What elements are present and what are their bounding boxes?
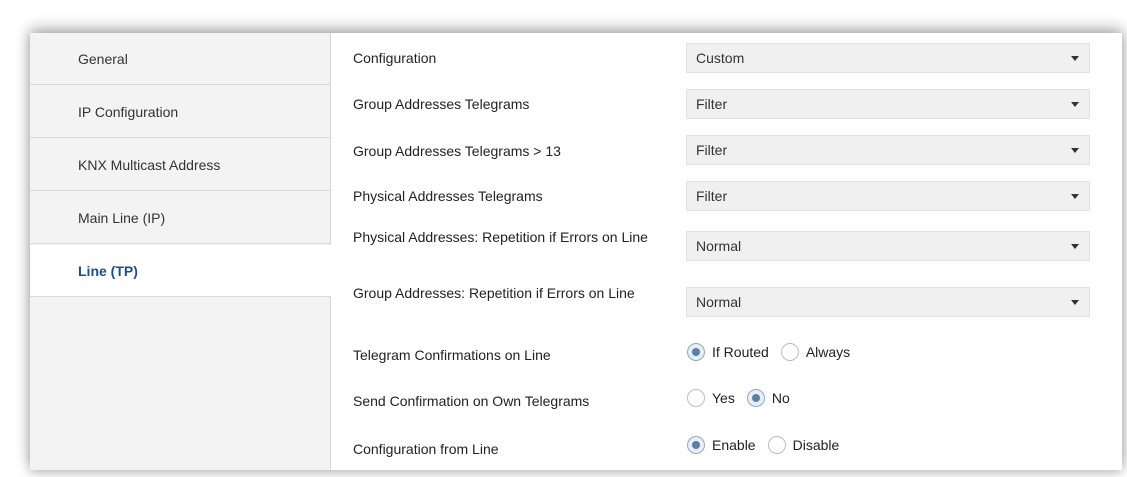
telegram-confirmations-label: Telegram Confirmations on Line [353, 347, 551, 363]
always-label: Always [805, 344, 851, 360]
sidebar-item-main-line-ip[interactable]: Main Line (IP) [30, 192, 330, 244]
settings-panel: General IP Configuration KNX Multicast A… [30, 33, 1122, 470]
disable-radio[interactable]: Disable [767, 436, 840, 454]
physical-telegrams-value: Filter [696, 188, 728, 204]
sidebar-item-ip-configuration[interactable]: IP Configuration [30, 86, 330, 138]
radio-unselected-icon [687, 389, 705, 407]
no-radio[interactable]: No [746, 389, 790, 407]
radio-selected-icon [687, 436, 705, 454]
group-repetition-dropdown[interactable]: Normal [686, 287, 1090, 317]
sidebar-item-general[interactable]: General [30, 33, 330, 85]
always-radio[interactable]: Always [780, 343, 851, 361]
sidebar-item-knx-multicast-address[interactable]: KNX Multicast Address [30, 139, 330, 191]
radio-selected-icon [687, 343, 705, 361]
group-telegrams-13-dropdown[interactable]: Filter [686, 135, 1090, 165]
sidebar-item-label: Main Line (IP) [78, 209, 166, 226]
physical-repetition-value: Normal [696, 238, 742, 254]
disable-label: Disable [792, 437, 840, 453]
chevron-down-icon [1071, 244, 1079, 249]
radio-selected-icon [746, 389, 765, 407]
chevron-down-icon [1071, 56, 1079, 61]
configuration-dropdown[interactable]: Custom [686, 43, 1090, 73]
configuration-label: Configuration [353, 50, 437, 66]
settings-content: Configuration Custom Group Addresses Tel… [331, 33, 1122, 470]
send-confirmation-radio-group: Yes No [687, 389, 802, 407]
physical-repetition-label: Physical Addresses: Repetition if Errors… [353, 229, 648, 245]
radio-unselected-icon [767, 436, 786, 454]
if-routed-radio[interactable]: If Routed [687, 343, 769, 361]
chevron-down-icon [1071, 102, 1079, 107]
group-repetition-label: Group Addresses: Repetition if Errors on… [353, 285, 635, 301]
sidebar-item-label: KNX Multicast Address [78, 156, 221, 173]
chevron-down-icon [1071, 300, 1079, 305]
send-confirmation-label: Send Confirmation on Own Telegrams [353, 393, 590, 409]
chevron-down-icon [1071, 194, 1079, 199]
enable-label: Enable [712, 437, 756, 453]
physical-repetition-dropdown[interactable]: Normal [686, 231, 1090, 261]
telegram-confirmations-radio-group: If Routed Always [687, 343, 862, 361]
chevron-down-icon [1071, 148, 1079, 153]
sidebar-item-label: General [78, 50, 128, 67]
configuration-value: Custom [696, 50, 745, 66]
sidebar-item-line-tp[interactable]: Line (TP) [30, 245, 331, 297]
if-routed-label: If Routed [712, 344, 769, 360]
radio-unselected-icon [780, 343, 799, 361]
group-telegrams-13-label: Group Addresses Telegrams > 13 [353, 143, 561, 159]
yes-radio[interactable]: Yes [687, 389, 735, 407]
enable-radio[interactable]: Enable [687, 436, 756, 454]
config-from-line-radio-group: Enable Disable [687, 436, 851, 454]
physical-telegrams-dropdown[interactable]: Filter [686, 181, 1090, 211]
sidebar: General IP Configuration KNX Multicast A… [30, 33, 331, 470]
no-label: No [771, 390, 790, 406]
sidebar-item-label: IP Configuration [78, 103, 179, 120]
group-telegrams-dropdown[interactable]: Filter [686, 89, 1090, 119]
yes-label: Yes [712, 390, 735, 406]
group-telegrams-value: Filter [696, 96, 728, 112]
sidebar-item-label: Line (TP) [78, 262, 138, 279]
physical-telegrams-label: Physical Addresses Telegrams [353, 188, 543, 204]
config-from-line-label: Configuration from Line [353, 441, 499, 457]
group-telegrams-13-value: Filter [696, 142, 728, 158]
group-telegrams-label: Group Addresses Telegrams [353, 96, 530, 112]
group-repetition-value: Normal [696, 294, 742, 310]
